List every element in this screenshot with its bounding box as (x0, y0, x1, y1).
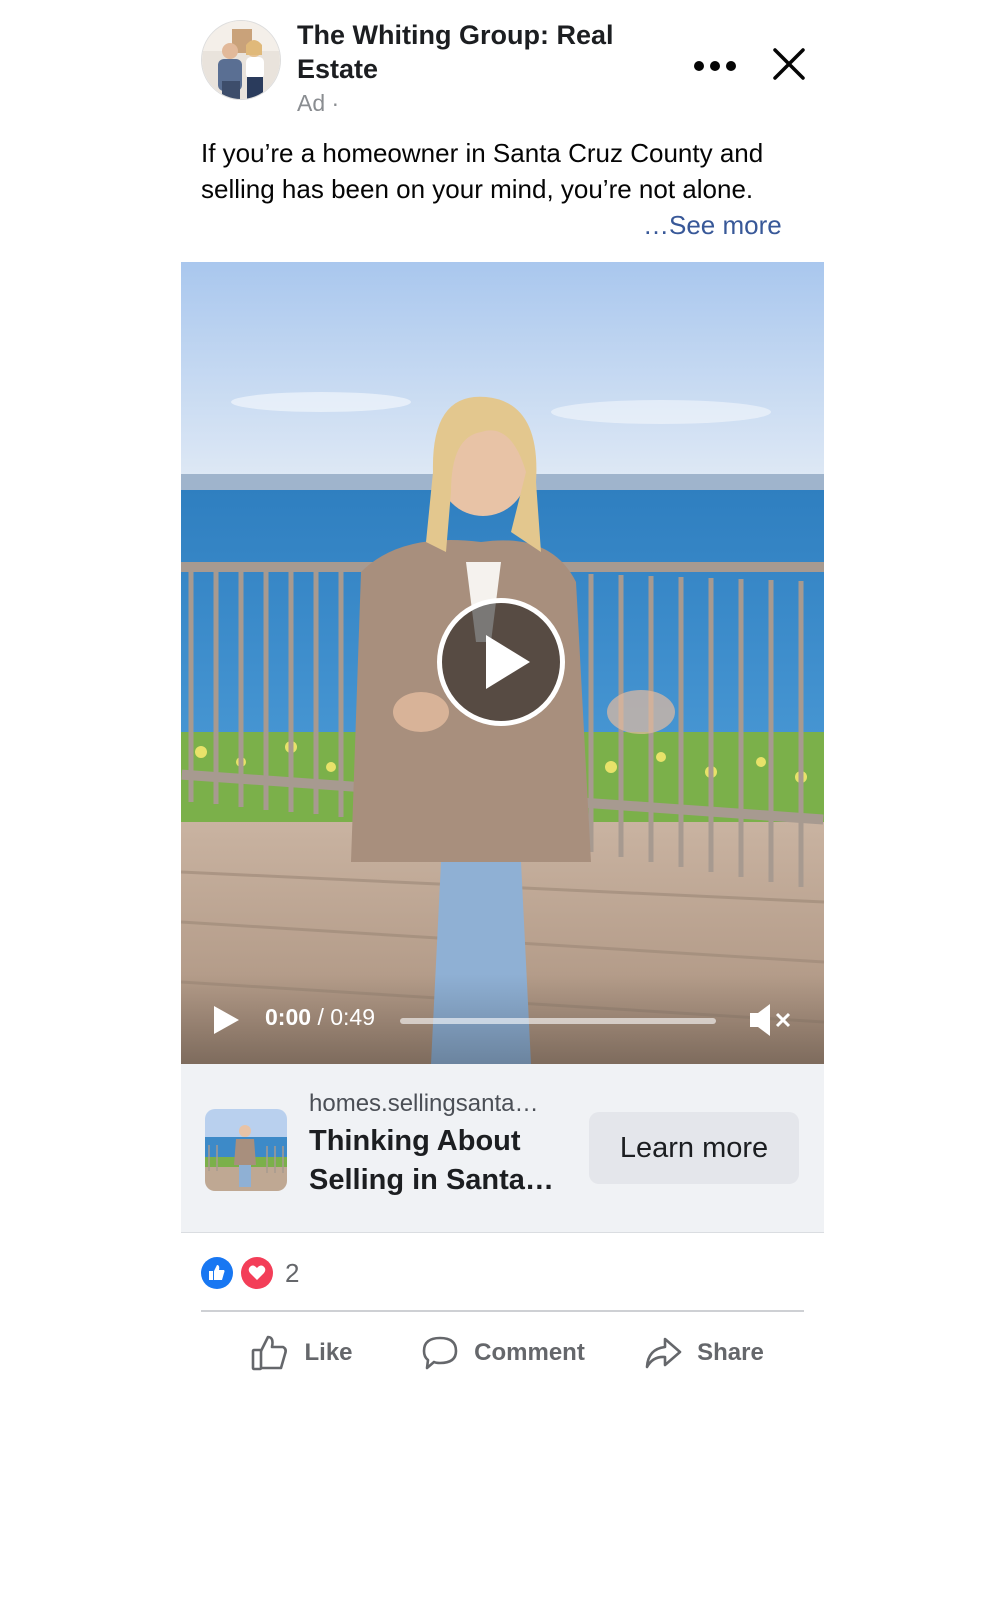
comment-button[interactable]: Comment (402, 1318, 603, 1388)
share-label: Share (697, 1339, 764, 1366)
like-button[interactable]: Like (201, 1318, 402, 1388)
ad-label: Ad · (297, 90, 340, 116)
play-overlay-button[interactable] (437, 598, 565, 726)
video-time: 0:00 / 0:49 (265, 1004, 375, 1031)
comment-icon (422, 1336, 458, 1370)
video-controls: 0:00 / 0:49 (181, 974, 824, 1064)
link-domain: homes.sellingsanta… (309, 1090, 539, 1117)
share-button[interactable]: Share (603, 1318, 804, 1388)
comment-label: Comment (474, 1339, 585, 1366)
page-name[interactable]: The Whiting Group: Real Estate (297, 18, 657, 86)
link-title[interactable]: Thinking About Selling in Santa… (309, 1122, 569, 1200)
reactions-summary[interactable]: 2 (201, 1255, 299, 1291)
share-arrow-icon (645, 1337, 682, 1369)
thumbs-up-icon (252, 1335, 288, 1371)
post-header: The Whiting Group: Real Estate Ad · (181, 0, 824, 125)
more-options-button[interactable] (689, 46, 741, 86)
play-icon (486, 635, 530, 689)
like-reaction-icon (201, 1257, 233, 1289)
current-time: 0:00 (265, 1004, 312, 1030)
see-more-link[interactable]: …See more (643, 207, 782, 243)
link-thumbnail[interactable] (205, 1109, 287, 1191)
mute-button[interactable] (748, 1000, 794, 1040)
page-avatar[interactable] (201, 20, 281, 100)
like-label: Like (304, 1339, 353, 1366)
duration: / 0:49 (317, 1004, 375, 1030)
video-player[interactable]: 0:00 / 0:49 (181, 262, 824, 1064)
link-card[interactable]: homes.sellingsanta… Thinking About Selli… (181, 1064, 824, 1233)
action-bar: Like Comment Share (201, 1318, 804, 1388)
volume-muted-icon (750, 1004, 791, 1036)
close-icon (773, 48, 805, 80)
post-text: If you’re a homeowner in Santa Cruz Coun… (201, 138, 764, 204)
divider (201, 1310, 804, 1312)
ad-post: The Whiting Group: Real Estate Ad · If y… (181, 0, 824, 1371)
learn-more-button[interactable]: Learn more (589, 1112, 799, 1184)
control-play-button[interactable] (211, 1004, 241, 1036)
love-reaction-icon (241, 1257, 273, 1289)
close-button[interactable] (769, 44, 809, 84)
reaction-count: 2 (285, 1257, 300, 1288)
progress-bar[interactable] (400, 1018, 716, 1024)
play-icon (214, 1006, 239, 1034)
more-horizontal-icon (694, 61, 736, 71)
